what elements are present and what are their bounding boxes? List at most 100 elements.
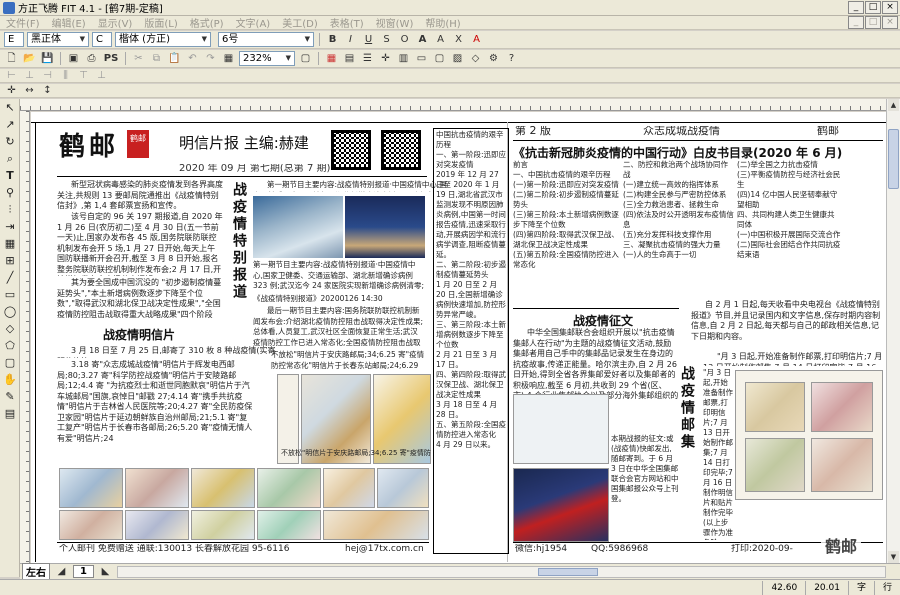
image-icon[interactable]: ▨ [450,52,465,66]
menu-format[interactable]: 格式(P) [184,15,230,30]
print-preview-icon[interactable]: ▣ [66,52,81,66]
save-icon[interactable]: 💾 [40,52,55,66]
align-left-icon[interactable]: ⊢ [4,69,19,83]
pointer-tool-icon[interactable]: ↖ [1,100,19,115]
paste-icon[interactable]: 📋 [167,52,182,66]
ellipse-tool-icon[interactable]: ◯ [1,304,19,319]
table-icon[interactable]: ▦ [324,52,339,66]
cut-icon[interactable]: ✂ [131,52,146,66]
page-prev-icon[interactable]: ◢ [54,565,69,579]
left-right-toggle[interactable]: 左右 [22,563,50,580]
zoom-select[interactable]: 232% ▼ [239,51,295,66]
minimize-button[interactable]: _ [848,1,864,14]
menu-art[interactable]: 美工(D) [276,15,324,30]
vertical-text-tool-icon[interactable]: ⫶ [1,202,19,217]
menu-window[interactable]: 视窗(W) [370,15,420,30]
lang-select-e[interactable]: E [4,32,24,47]
strike-button[interactable]: X [451,33,466,47]
tab-tool-icon[interactable]: ⇥ [1,219,19,234]
redo-icon[interactable]: ↷ [203,52,218,66]
open-folder-icon[interactable]: 📂 [22,52,37,66]
zoom-tool-icon[interactable]: ⌕ [1,151,19,166]
font-cn-select[interactable]: 黑正体 ▼ [27,32,89,47]
height-icon[interactable]: ↕ [40,84,55,98]
page-next-icon[interactable]: ◣ [98,565,113,579]
align-top-icon[interactable]: ⊤ [76,69,91,83]
rotate-tool-icon[interactable]: ↻ [1,134,19,149]
grid-tool-icon[interactable]: ⊞ [1,253,19,268]
table-tool-icon[interactable]: ▦ [1,236,19,251]
text-tool-icon[interactable]: T [1,168,19,183]
rectangle-tool-icon[interactable]: ▭ [1,287,19,302]
menu-layout[interactable]: 版面(L) [138,15,183,30]
maximize-button[interactable]: □ [865,1,881,14]
underline-button[interactable]: U [361,33,376,47]
document-canvas[interactable]: 鹤邮 鹤邮 明信片报 主编:赫建 2020 年 09 月 第七期(总第 7 期)… [31,112,886,563]
menu-file[interactable]: 文件(F) [0,15,46,30]
lang-select-c[interactable]: C [92,32,112,47]
toolbar-separator [60,52,61,65]
copy-icon[interactable]: ⧉ [149,52,164,66]
vertical-scroll-thumb[interactable] [888,129,899,189]
plus-icon[interactable]: ✛ [378,52,393,66]
menu-view[interactable]: 显示(V) [92,15,139,30]
menu-text[interactable]: 文字(A) [230,15,277,30]
align-center-icon[interactable]: ⊥ [22,69,37,83]
special-report-vertical-title: 战疫情特别报道 [231,182,247,301]
polygon-tool-icon[interactable]: ⬠ [1,338,19,353]
doc-minimize-button[interactable]: _ [848,16,864,29]
pen-tool-icon[interactable]: ✎ [1,389,19,404]
align-icon[interactable]: ☰ [360,52,375,66]
print-icon[interactable]: ⎙ [84,52,99,66]
essay-document-image [513,394,609,464]
hand-tool-icon[interactable]: ✋ [1,372,19,387]
outline-button[interactable]: O [397,33,412,47]
close-button[interactable]: × [882,1,898,14]
postcard-row-6 [377,468,429,508]
node-tool-icon[interactable]: ↗ [1,117,19,132]
font-color-button[interactable]: A [469,33,484,47]
grid-icon[interactable]: ▦ [221,52,236,66]
vertical-scrollbar[interactable]: ▲ ▼ [886,99,900,563]
font-size-select[interactable]: 6号 ▼ [218,32,314,47]
column-icon[interactable]: ▥ [396,52,411,66]
tool-icon[interactable]: ⚙ [486,52,501,66]
shape-icon[interactable]: ◇ [468,52,483,66]
menu-table[interactable]: 表格(T) [324,15,370,30]
table-cell-tool-icon[interactable]: ▤ [1,406,19,421]
undo-icon[interactable]: ↶ [185,52,200,66]
scroll-up-icon[interactable]: ▲ [888,99,899,111]
cross-icon[interactable]: ✛ [4,84,19,98]
menu-edit[interactable]: 编辑(E) [46,15,92,30]
help-icon[interactable]: ? [504,52,519,66]
font-en-select[interactable]: 楷体 (方正) ▼ [115,32,211,47]
align-right-icon[interactable]: ⊣ [40,69,55,83]
horizontal-scroll-thumb[interactable] [537,567,598,576]
menu-help[interactable]: 帮助(H) [419,15,466,30]
width-icon[interactable]: ↔ [22,84,37,98]
bold-button[interactable]: B [325,33,340,47]
view-icon[interactable]: ▢ [298,52,313,66]
font-a-button[interactable]: A [415,33,430,47]
horizontal-scrollbar[interactable] [116,565,886,578]
rounded-rect-tool-icon[interactable]: ▢ [1,355,19,370]
current-page-tab[interactable]: 1 [73,565,94,578]
layout-icon[interactable]: ▤ [342,52,357,66]
italic-button[interactable]: I [343,33,358,47]
shadow-button[interactable]: S [379,33,394,47]
scroll-down-icon[interactable]: ▼ [888,551,899,563]
horizontal-ruler[interactable] [20,99,886,111]
new-file-icon[interactable]: 🗋 [4,52,19,66]
page-icon[interactable]: ▭ [414,52,429,66]
font-a2-button[interactable]: A [433,33,448,47]
diamond-tool-icon[interactable]: ◇ [1,321,19,336]
vertical-ruler[interactable] [20,111,30,563]
line-tool-icon[interactable]: ╱ [1,270,19,285]
link-tool-icon[interactable]: ⚲ [1,185,19,200]
frame-icon[interactable]: ▢ [432,52,447,66]
distribute-icon[interactable]: ⫼ [58,69,73,83]
doc-restore-button[interactable]: □ [865,16,881,29]
align-bottom-icon[interactable]: ⊥ [94,69,109,83]
ps-button[interactable]: PS [102,52,120,66]
doc-close-button[interactable]: × [882,16,898,29]
